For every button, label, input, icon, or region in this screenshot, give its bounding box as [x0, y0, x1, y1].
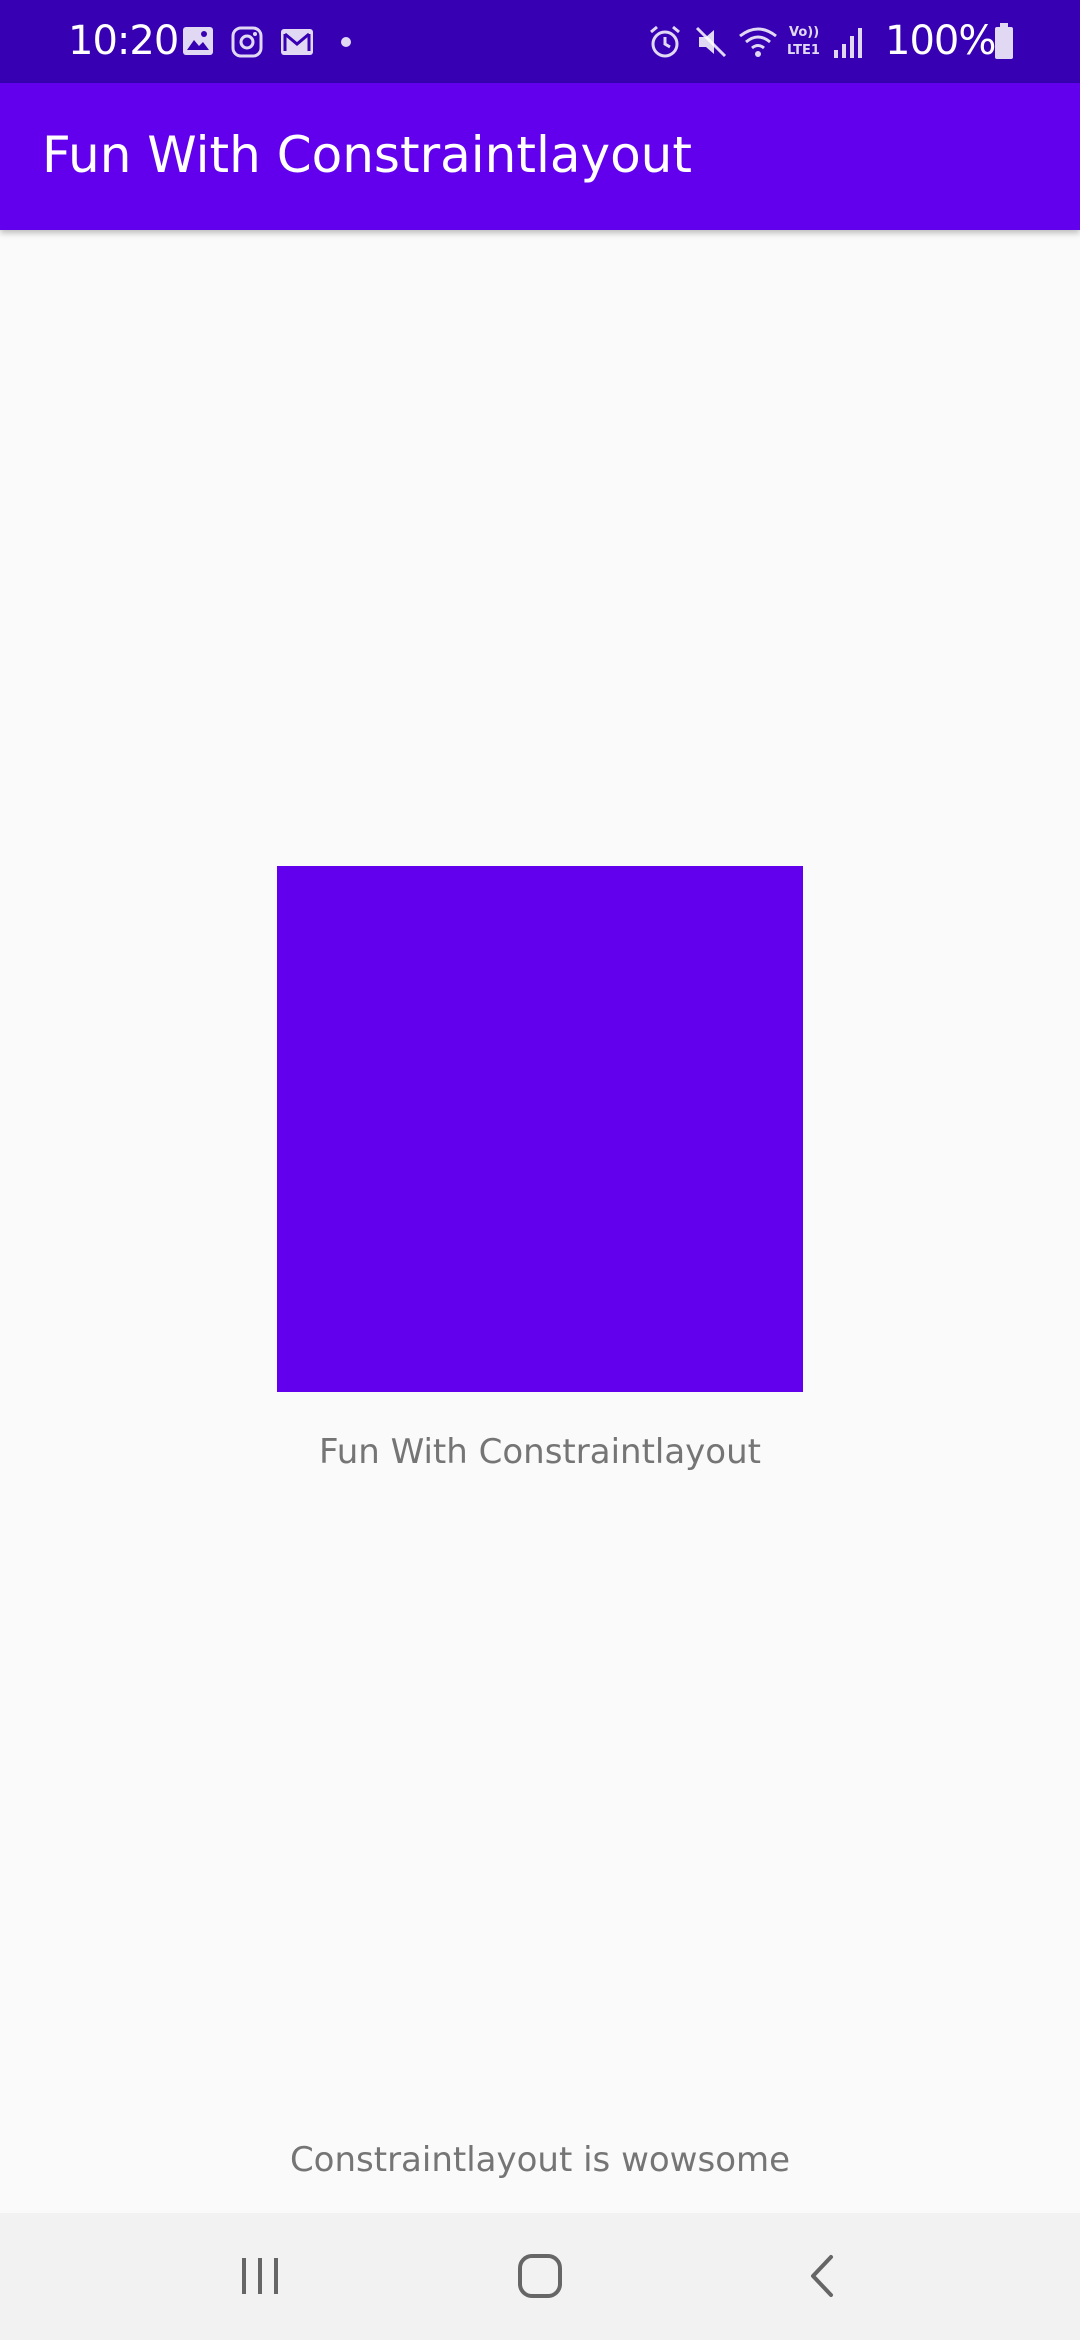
battery-percent: 100% — [885, 18, 996, 64]
instagram-icon — [231, 26, 263, 58]
status-bar: 10:20 Vo)) LTE1 100% — [0, 0, 1080, 83]
svg-text:Vo)): Vo)) — [789, 25, 819, 40]
recent-apps-button[interactable] — [200, 2231, 320, 2321]
box-caption: Fun With Constraintlayout — [319, 1432, 761, 1472]
app-title: Fun With Constraintlayout — [42, 126, 692, 184]
signal-icon — [834, 28, 862, 58]
app-bar: Fun With Constraintlayout — [0, 83, 1080, 230]
recent-apps-icon — [242, 2258, 278, 2294]
purple-square — [277, 866, 803, 1392]
svg-text:LTE1: LTE1 — [787, 43, 820, 58]
gmail-icon — [281, 29, 313, 55]
alarm-icon — [650, 25, 680, 58]
volte-lte1-icon: Vo)) LTE1 — [787, 25, 820, 58]
wifi-icon — [739, 27, 777, 57]
notification-dot-icon — [341, 37, 351, 47]
gallery-icon — [183, 27, 213, 55]
back-icon — [811, 2255, 833, 2297]
mute-icon — [695, 26, 727, 58]
battery-icon — [995, 23, 1013, 59]
back-button[interactable] — [762, 2231, 882, 2321]
status-time: 10:20 — [68, 18, 179, 64]
home-button[interactable] — [480, 2231, 600, 2321]
home-icon — [518, 2254, 562, 2298]
main-content: Fun With Constraintlayout Constraintlayo… — [0, 230, 1080, 2213]
navigation-bar — [0, 2213, 1080, 2340]
bottom-text: Constraintlayout is wowsome — [289, 2140, 791, 2180]
